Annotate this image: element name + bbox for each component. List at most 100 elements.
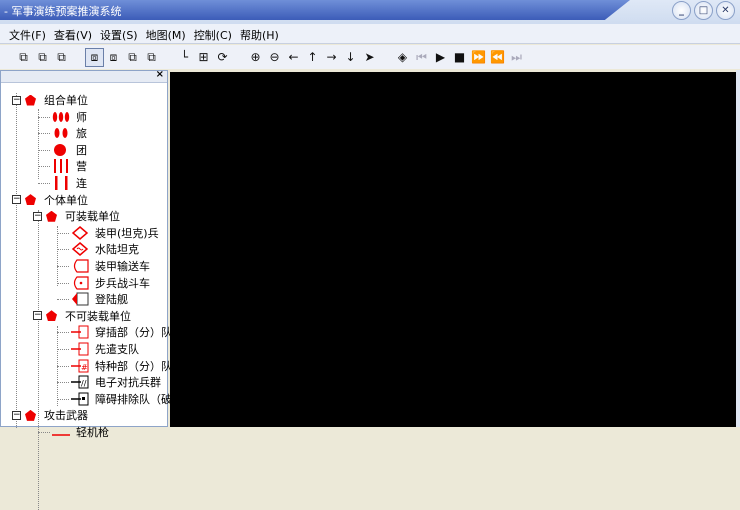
refresh-icon[interactable]: ⟳ [213, 48, 232, 67]
tree-item[interactable]: 营 [38, 158, 87, 174]
route-icon[interactable]: └ [175, 48, 194, 67]
tree-item[interactable]: // 电子对抗兵群 [57, 374, 161, 390]
tree-item[interactable]: − 攻击武器 [12, 407, 88, 423]
pointer-icon[interactable]: ➤ [360, 48, 379, 67]
layer-2-icon[interactable]: ⧈ [104, 48, 123, 67]
layer-4-icon[interactable]: ⧉ [142, 48, 161, 67]
map-canvas[interactable] [170, 72, 736, 427]
menu-item-1[interactable]: 查看(V) [51, 24, 97, 43]
tree-item-label: 连 [76, 177, 87, 190]
maximize-button[interactable]: □ [694, 1, 713, 20]
tree-item[interactable]: 步兵战斗车 [57, 275, 150, 291]
diamond-wave-icon [69, 242, 91, 257]
svg-text://: // [81, 379, 87, 388]
tree-item[interactable]: 装甲输送车 [57, 258, 150, 274]
red-box-h-icon: # [69, 359, 91, 373]
tree-item[interactable]: − 可装载单位 [33, 208, 120, 224]
tree-item-label: 特种部（分）队 [95, 359, 172, 373]
tree-branch-line [57, 349, 69, 350]
collapse-icon[interactable]: − [12, 95, 21, 105]
tree-item-label: 团 [76, 143, 87, 157]
tree-item-label: 攻击武器 [44, 409, 88, 423]
unit-pentagon-icon [46, 210, 57, 222]
tree-guide-line [57, 226, 58, 286]
black-box-dot-icon [69, 392, 91, 406]
menu-item-4[interactable]: 控制(C) [191, 24, 237, 43]
tree-item[interactable]: 师 [38, 109, 87, 125]
svg-text:#: # [81, 363, 88, 372]
fast-forward-icon[interactable]: ⏩ [469, 48, 488, 67]
arrow-down-icon[interactable]: ↓ [341, 48, 360, 67]
zoom-in-icon[interactable]: ⊕ [246, 48, 265, 67]
rect-flag-icon [69, 292, 91, 306]
first-icon[interactable]: ⏮ [412, 48, 431, 67]
rect-dot-icon [69, 275, 91, 290]
copy-3-icon[interactable]: ⧉ [52, 48, 71, 67]
collapse-icon[interactable]: − [33, 311, 42, 321]
group-icon[interactable]: ⊞ [194, 48, 213, 67]
last-icon[interactable]: ⏭ [507, 48, 526, 67]
rect-round-icon [69, 259, 91, 273]
tree-branch-line [57, 299, 69, 301]
tree-branch-line [38, 183, 50, 184]
unit-pentagon-icon [46, 310, 57, 322]
copy-2-icon[interactable]: ⧉ [33, 48, 52, 67]
unit-pentagon-icon [25, 409, 36, 421]
tree-item[interactable]: 旅 [38, 125, 87, 141]
waypoint-icon[interactable]: ◈ [393, 48, 412, 67]
tree-item[interactable]: 轻机枪 [38, 424, 109, 440]
unit-pentagon-icon [25, 194, 36, 206]
panel-header[interactable]: × [1, 69, 167, 83]
tree-item-label: 穿插部（分）队 [95, 326, 172, 340]
menu-bar: 文件(F) 查看(V) 设置(S) 地图(M) 控制(C) 帮助(H) [0, 24, 740, 44]
stop-icon[interactable]: ■ [450, 48, 469, 67]
rewind-icon[interactable]: ⏪ [488, 48, 507, 67]
tree-item[interactable]: 团 [38, 142, 87, 158]
play-icon[interactable]: ▶ [431, 48, 450, 67]
tree-branch-line [57, 382, 69, 384]
minimize-button[interactable]: _ [672, 1, 691, 20]
three-bars-icon [50, 159, 72, 174]
tree-item-label: 师 [76, 110, 87, 124]
tree-item[interactable]: 障碍排除队（破障 [57, 391, 183, 407]
tree-item[interactable]: 连 [38, 175, 87, 191]
tree-item[interactable]: 登陆舰 [57, 291, 128, 307]
tree-item[interactable]: 先遣支队 [57, 341, 139, 357]
tree-branch-line [38, 149, 50, 151]
panel-close-icon[interactable]: × [156, 69, 164, 80]
arrow-up-icon[interactable]: ↑ [303, 48, 322, 67]
copy-1-icon[interactable]: ⧉ [14, 48, 33, 67]
zoom-out-icon[interactable]: ⊖ [265, 48, 284, 67]
menu-item-3[interactable]: 地图(M) [143, 24, 191, 43]
layer-3-icon[interactable]: ⧉ [123, 48, 142, 67]
collapse-icon[interactable]: − [12, 410, 21, 420]
tree-item[interactable]: − 组合单位 [12, 92, 88, 108]
tree-branch-line [38, 166, 50, 168]
tree-item[interactable]: − 个体单位 [12, 192, 88, 208]
tree-item[interactable]: 穿插部（分）队 [57, 324, 172, 340]
tree-item[interactable]: 装甲(坦克)兵 [57, 225, 159, 241]
toolbar: ⧉ ⧉ ⧉ ⧈ ⧈ ⧉ ⧉ └ ⊞ ⟳ ⊕ ⊖ ← ↑ → ↓ ➤ ◈ ⏮ ▶ ■ ⏩ ⏪ ⏭ [0, 45, 740, 69]
tree-item[interactable]: # 特种部（分）队 [57, 358, 172, 374]
two-bars-icon [50, 176, 72, 190]
collapse-icon[interactable]: − [12, 195, 21, 205]
title-bar: - 军事演练预案推演系统 _ □ ✕ [0, 0, 740, 24]
menu-item-2[interactable]: 设置(S) [97, 24, 143, 43]
two-ovals-icon [50, 126, 72, 140]
tree-item[interactable]: 水陆坦克 [57, 241, 139, 257]
menu-item-0[interactable]: 文件(F) [6, 24, 51, 43]
tree-item-label: 登陆舰 [95, 293, 128, 307]
tree-item-label: 个体单位 [44, 193, 88, 207]
collapse-icon[interactable]: − [33, 211, 42, 221]
arrow-right-icon[interactable]: → [322, 48, 341, 67]
close-button[interactable]: ✕ [716, 1, 735, 20]
layer-1-icon[interactable]: ⧈ [85, 47, 104, 67]
tree-item[interactable]: − 不可装载单位 [33, 308, 131, 324]
menu-item-5[interactable]: 帮助(H) [237, 24, 284, 43]
tree-item-label: 电子对抗兵群 [95, 376, 161, 390]
tree-item-label: 轻机枪 [76, 426, 109, 439]
red-box-icon [69, 342, 91, 356]
tree-branch-line [57, 332, 69, 334]
tree-branch-line [57, 282, 69, 284]
arrow-left-icon[interactable]: ← [284, 48, 303, 67]
